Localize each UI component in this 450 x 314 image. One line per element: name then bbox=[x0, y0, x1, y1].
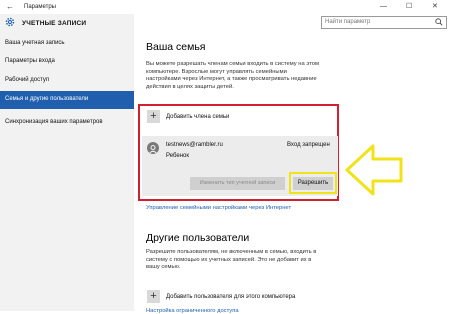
family-title: Ваша семья bbox=[146, 41, 206, 53]
description-line: настройками через Интернет, а также прос… bbox=[146, 76, 317, 83]
description-line: Вы можете разрешать членам семьи входить… bbox=[146, 61, 319, 67]
avatar bbox=[147, 142, 159, 154]
sidebar-header: УЧЕТНЫЕ ЗАПИСИ bbox=[0, 14, 134, 31]
plus-icon: + bbox=[147, 110, 160, 123]
window-title: Параметры bbox=[24, 4, 56, 10]
member-email: testnews@rambler.ru bbox=[166, 142, 223, 148]
sidebar-item-label: Рабочий доступ bbox=[5, 77, 50, 83]
sidebar-item-work-access[interactable]: Рабочий доступ bbox=[0, 73, 134, 89]
restricted-access-link[interactable]: Настройка ограниченного доступа bbox=[146, 308, 239, 314]
sidebar-item-label: Синхронизация ваших параметров bbox=[5, 119, 103, 125]
description-line: систему с помощью их учетных записей. Эт… bbox=[146, 256, 312, 263]
sidebar-item-sync-settings[interactable]: Синхронизация ваших параметров bbox=[0, 115, 134, 131]
title-bar: ← Параметры — ☐ ✕ bbox=[0, 0, 450, 14]
other-users-title: Другие пользователи bbox=[146, 232, 250, 244]
other-users-description: Разрешите пользователям, не включенным в… bbox=[146, 249, 316, 272]
sidebar-item-label: Параметры входа bbox=[5, 58, 55, 64]
family-member-card[interactable]: testnews@rambler.ru Ребенок Вход запреще… bbox=[142, 136, 338, 196]
add-family-member-label: Добавить члена семьи bbox=[166, 114, 230, 120]
member-role: Ребенок bbox=[166, 153, 189, 159]
manage-family-link[interactable]: Управление семейными настройками через И… bbox=[146, 205, 291, 211]
gear-icon bbox=[5, 17, 15, 27]
description-line: действия в целях защиты детей. bbox=[146, 83, 234, 90]
back-arrow-icon[interactable]: ← bbox=[6, 2, 14, 12]
family-description: Вы можете разрешать членам семьи входить… bbox=[146, 61, 319, 91]
description-line: Разрешите пользователям, не включенным в… bbox=[146, 249, 317, 255]
sidebar-item-label: Семья и другие пользователи bbox=[5, 96, 89, 102]
close-icon[interactable]: ✕ bbox=[432, 2, 438, 12]
add-other-user-label: Добавить пользователя для этого компьюте… bbox=[166, 294, 296, 300]
sidebar-item-family[interactable]: Семья и другие пользователи bbox=[0, 91, 134, 109]
main-content: Ваша семья Вы можете разрешать членам се… bbox=[134, 14, 450, 314]
allow-button[interactable]: Разрешить bbox=[293, 177, 333, 190]
annotation-arrow-icon bbox=[345, 144, 403, 196]
change-account-type-button: Изменить тип учетной записи bbox=[190, 177, 285, 190]
sidebar-item-label: Ваша учетная запись bbox=[5, 40, 65, 46]
member-status: Вход запрещен bbox=[287, 142, 330, 148]
sidebar: УЧЕТНЫЕ ЗАПИСИ Ваша учетная запись Парам… bbox=[0, 14, 134, 311]
user-icon bbox=[149, 145, 157, 154]
sidebar-item-your-account[interactable]: Ваша учетная запись bbox=[0, 36, 134, 52]
maximize-icon[interactable]: ☐ bbox=[406, 2, 412, 12]
sidebar-item-sign-in-options[interactable]: Параметры входа bbox=[0, 54, 134, 70]
description-line: вашу семью. bbox=[146, 264, 181, 271]
minimize-icon[interactable]: — bbox=[380, 2, 387, 12]
plus-icon: + bbox=[147, 290, 160, 303]
sidebar-title: УЧЕТНЫЕ ЗАПИСИ bbox=[22, 20, 87, 27]
